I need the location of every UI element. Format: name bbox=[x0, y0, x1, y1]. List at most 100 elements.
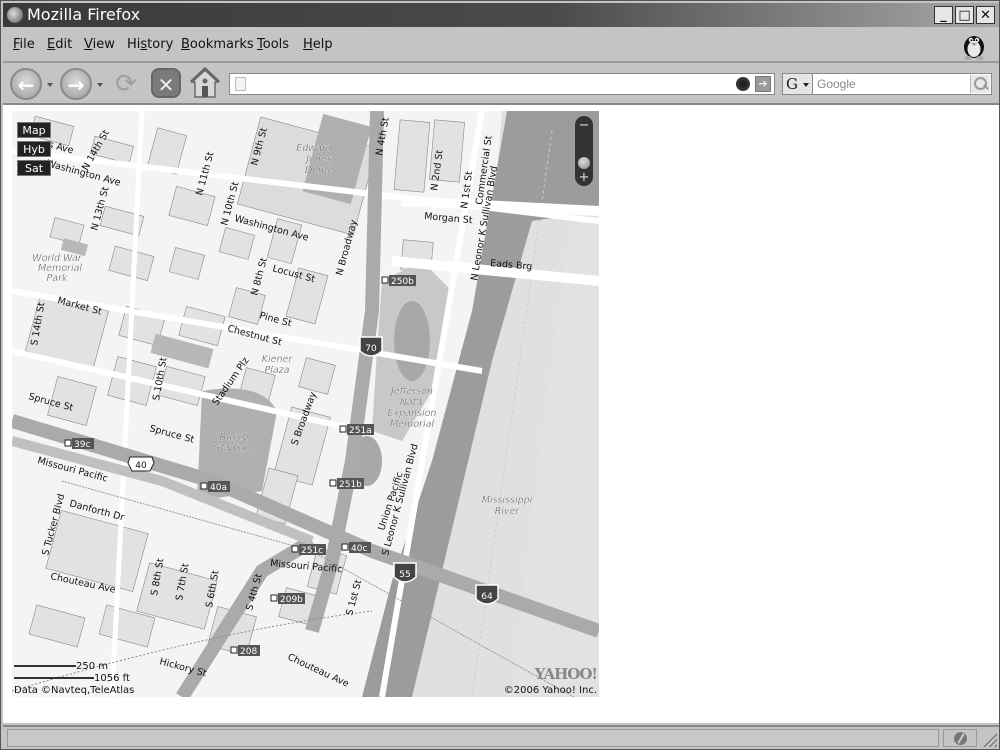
svg-text:251b: 251b bbox=[339, 480, 362, 490]
zoom-out-button[interactable]: − bbox=[575, 119, 593, 132]
home-button[interactable] bbox=[190, 67, 220, 99]
label-mississippi-river-2: River bbox=[495, 506, 521, 517]
menu-help-label: Help bbox=[303, 37, 333, 52]
label-busch-stadium-2: Stadium bbox=[214, 443, 254, 454]
back-button[interactable]: ← bbox=[10, 68, 42, 100]
scale-imperial-label: 1056 ft bbox=[94, 673, 130, 684]
label-jefferson-3: Expansion bbox=[388, 408, 437, 419]
data-credit: Data ©Navteq,TeleAtlas bbox=[14, 685, 135, 696]
yahoo-map[interactable]: Edward Jones Dome World War Memorial Par… bbox=[12, 111, 599, 697]
feed-icon[interactable] bbox=[736, 77, 750, 91]
label-edward-jones-dome-3: Dome bbox=[305, 165, 333, 176]
menu-file-label: File bbox=[13, 37, 35, 52]
menu-bar: File Edit View History Bookmarks Tools H… bbox=[3, 29, 999, 63]
menu-history[interactable]: History bbox=[127, 37, 173, 52]
i70-shield-icon: 70 bbox=[359, 336, 383, 357]
svg-text:40: 40 bbox=[135, 461, 147, 471]
svg-text:70: 70 bbox=[365, 344, 377, 354]
menu-file[interactable]: File bbox=[13, 37, 35, 52]
yahoo-logo[interactable]: YAHOO! bbox=[535, 665, 598, 683]
scale-metric: 250 m bbox=[14, 661, 108, 672]
stop-button[interactable]: ✕ bbox=[151, 68, 181, 98]
menu-tools-label: Tools bbox=[257, 37, 290, 52]
back-history-dropdown[interactable] bbox=[47, 83, 53, 87]
no-security-icon bbox=[954, 732, 967, 745]
svg-text:250b: 250b bbox=[391, 277, 414, 287]
back-arrow-icon: ← bbox=[17, 73, 35, 97]
svg-text:39c: 39c bbox=[74, 440, 90, 450]
svg-text:55: 55 bbox=[399, 570, 410, 580]
label-mississippi-river-1: Mississippi bbox=[482, 495, 533, 506]
svg-text:40a: 40a bbox=[210, 483, 227, 493]
page-content: Edward Jones Dome World War Memorial Par… bbox=[3, 103, 999, 723]
minimize-button[interactable]: _ bbox=[934, 6, 953, 24]
map-type-hybrid-button[interactable]: Hyb bbox=[17, 141, 51, 157]
scale-metric-bar bbox=[14, 665, 76, 667]
resize-grip[interactable] bbox=[983, 733, 997, 747]
firefox-logo-icon bbox=[7, 7, 23, 23]
scale-metric-label: 250 m bbox=[76, 661, 109, 672]
label-busch-stadium-1: Busch bbox=[220, 432, 249, 443]
svg-text:251a: 251a bbox=[349, 426, 372, 436]
menu-bookmarks[interactable]: Bookmarks bbox=[181, 37, 254, 52]
label-jefferson-1: Jefferson bbox=[389, 386, 433, 397]
menu-help[interactable]: Help bbox=[303, 37, 333, 52]
menu-tools[interactable]: Tools bbox=[257, 37, 289, 52]
forward-arrow-icon: → bbox=[67, 73, 85, 97]
menu-history-label: History bbox=[127, 37, 174, 52]
menu-view-label: View bbox=[84, 37, 115, 52]
zoom-slider-knob[interactable] bbox=[578, 157, 590, 169]
svg-text:251c: 251c bbox=[301, 546, 323, 556]
i64-shield-icon: 64 bbox=[475, 584, 499, 605]
google-icon: G bbox=[786, 75, 798, 93]
navigation-toolbar: ← → ⟳ ✕ ➔ G bbox=[3, 65, 999, 101]
menu-view[interactable]: View bbox=[84, 37, 115, 52]
address-bar[interactable]: ➔ bbox=[229, 73, 775, 95]
label-kiener-plaza-1: Kiener bbox=[262, 354, 294, 365]
maximize-button[interactable]: □ bbox=[955, 6, 974, 24]
search-input[interactable] bbox=[817, 76, 967, 92]
forward-button[interactable]: → bbox=[60, 68, 92, 100]
menu-edit[interactable]: Edit bbox=[47, 37, 72, 52]
security-indicator[interactable] bbox=[943, 729, 977, 747]
svg-text:209b: 209b bbox=[280, 595, 303, 605]
copyright-notice: ©2006 Yahoo! Inc. bbox=[503, 685, 597, 696]
label-jefferson-4: Memorial bbox=[390, 419, 434, 430]
stop-icon: ✕ bbox=[157, 73, 175, 97]
go-button[interactable]: ➔ bbox=[755, 76, 771, 92]
page-icon bbox=[235, 77, 246, 91]
arch-pond bbox=[394, 301, 430, 381]
i55-shield-icon: 55 bbox=[393, 562, 417, 583]
status-bar bbox=[3, 725, 999, 749]
forward-history-dropdown[interactable] bbox=[97, 83, 103, 87]
reload-icon: ⟳ bbox=[115, 69, 137, 99]
tux-throbber-icon bbox=[964, 36, 984, 60]
menu-bookmarks-label: Bookmarks bbox=[181, 37, 254, 52]
map-type-satellite-button[interactable]: Sat bbox=[17, 160, 51, 176]
search-button[interactable] bbox=[970, 75, 990, 93]
search-engine-selector[interactable]: G bbox=[783, 74, 813, 94]
label-edward-jones-dome-1: Edward bbox=[296, 143, 333, 154]
reload-button[interactable]: ⟳ bbox=[111, 69, 141, 99]
home-icon bbox=[190, 67, 220, 98]
scale-imperial-bar bbox=[14, 677, 94, 679]
menu-edit-label: Edit bbox=[47, 37, 73, 52]
zoom-in-button[interactable]: + bbox=[575, 171, 593, 184]
label-memorial-park-3: Park bbox=[47, 273, 68, 284]
svg-text:64: 64 bbox=[481, 592, 493, 602]
browser-window: Mozilla Firefox _ □ ✕ File Edit View His… bbox=[0, 0, 1000, 750]
chevron-down-icon bbox=[803, 83, 809, 87]
url-input[interactable] bbox=[252, 76, 732, 92]
label-edward-jones-dome-2: Jones bbox=[304, 154, 331, 165]
search-bar: G bbox=[782, 73, 992, 95]
window-title: Mozilla Firefox bbox=[27, 5, 141, 24]
us40-shield-icon: 40 bbox=[127, 456, 155, 472]
zoom-slider[interactable]: − + bbox=[575, 116, 593, 186]
svg-text:208: 208 bbox=[240, 647, 257, 657]
label-jefferson-2: Nat'L bbox=[400, 397, 425, 408]
status-text bbox=[7, 729, 939, 747]
map-type-map-button[interactable]: Map bbox=[17, 122, 51, 138]
map-canvas[interactable]: Edward Jones Dome World War Memorial Par… bbox=[12, 111, 599, 697]
close-button[interactable]: ✕ bbox=[976, 6, 995, 24]
label-kiener-plaza-2: Plaza bbox=[265, 365, 290, 376]
